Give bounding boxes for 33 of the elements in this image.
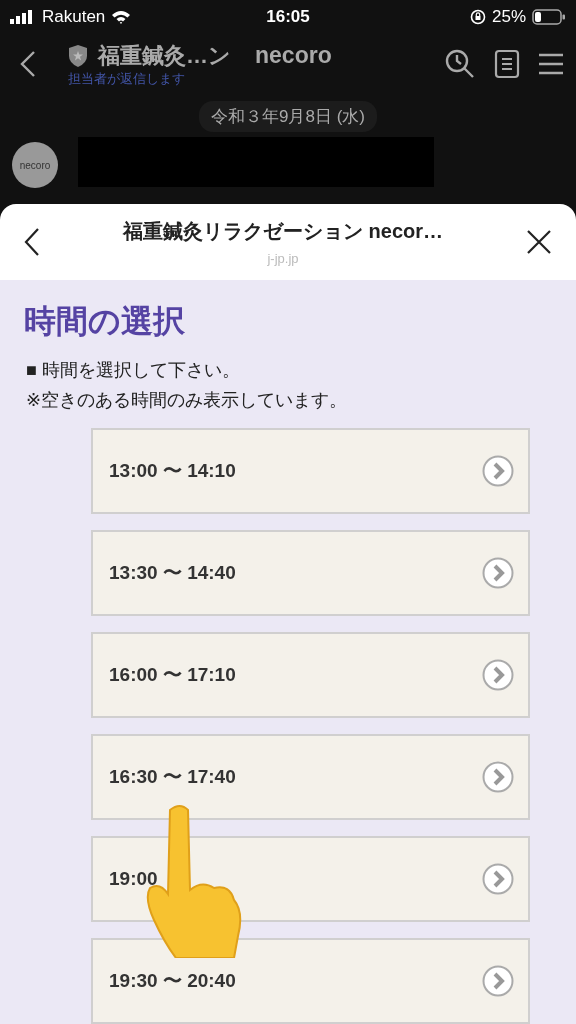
time-slot[interactable]: 16:00 〜 17:10 (91, 632, 530, 718)
chat-subtitle: 担当者が返信します (68, 69, 186, 88)
chat-title: 福重鍼灸…ン (98, 41, 231, 70)
sheet-title: 福重鍼灸リラクゼーション necor… (123, 219, 443, 244)
back-button[interactable] (24, 227, 40, 257)
chevron-icon (482, 863, 514, 895)
chevron-icon (482, 557, 514, 589)
account-name: necoro (255, 42, 332, 70)
battery-icon (532, 8, 566, 25)
menu-button[interactable] (538, 52, 564, 77)
notes-button[interactable] (494, 49, 520, 80)
chevron-icon (482, 965, 514, 997)
time-slot[interactable]: 16:30 〜 17:40 (91, 734, 530, 820)
back-button[interactable] (20, 50, 36, 79)
rotation-lock-icon (469, 8, 486, 25)
instruction-text: ■ 時間を選択して下さい。 (26, 359, 241, 382)
chevron-icon (482, 455, 514, 487)
chevron-icon (482, 761, 514, 793)
domain-label: j-jp.jp (267, 251, 299, 266)
shield-icon (68, 43, 88, 68)
wifi-icon (111, 9, 132, 24)
time-slot[interactable]: 13:00 〜 14:10 (91, 428, 530, 514)
date-label: 令和３年9月8日 (水) (199, 101, 377, 133)
instruction-text: ※空きのある時間のみ表示しています。 (26, 389, 349, 412)
carrier-name: Rakuten (42, 6, 106, 27)
close-button[interactable] (526, 229, 552, 255)
battery-percent: 25% (491, 6, 526, 27)
avatar: necoro (12, 142, 58, 189)
page-heading: 時間の選択 (24, 302, 186, 341)
time-slot[interactable]: 13:30 〜 14:40 (91, 530, 530, 616)
time-slot[interactable]: 19:30 〜 20:40 (91, 938, 530, 1024)
chevron-icon (482, 659, 514, 691)
clock-time: 16:05 (266, 6, 310, 27)
